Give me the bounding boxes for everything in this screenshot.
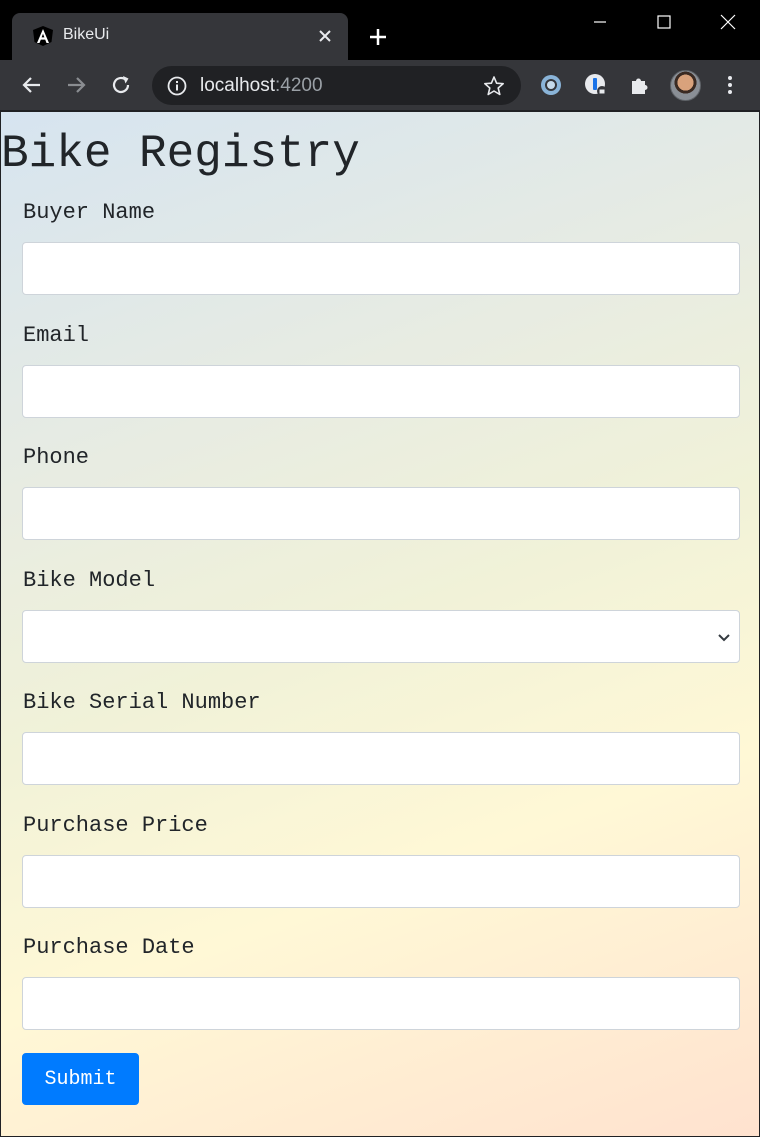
bike-serial-number-label: Bike Serial Number bbox=[23, 690, 261, 715]
browser-tab[interactable]: BikeUi bbox=[12, 13, 348, 60]
extension-ring-icon[interactable] bbox=[538, 72, 564, 98]
purchase-price-input[interactable] bbox=[22, 855, 740, 908]
url-text: localhost:4200 bbox=[200, 75, 323, 97]
bike-model-select[interactable] bbox=[22, 610, 740, 663]
url-host: localhost bbox=[200, 75, 275, 96]
window-maximize-icon[interactable] bbox=[632, 0, 696, 44]
browser-title-bar: BikeUi bbox=[0, 0, 760, 60]
address-bar[interactable]: localhost:4200 bbox=[152, 66, 521, 105]
window-minimize-icon[interactable] bbox=[568, 0, 632, 44]
bike-model-label: Bike Model bbox=[23, 568, 156, 593]
chevron-down-icon bbox=[715, 628, 733, 646]
email-input[interactable] bbox=[22, 365, 740, 418]
browser-menu-kebab-icon[interactable] bbox=[717, 72, 743, 98]
extensions-puzzle-icon[interactable] bbox=[627, 72, 653, 98]
phone-label: Phone bbox=[23, 445, 90, 470]
window-close-icon[interactable] bbox=[696, 0, 760, 44]
bike-serial-number-input[interactable] bbox=[22, 732, 740, 785]
page-viewport: Bike Registry Buyer Name Email Phone Bik… bbox=[1, 112, 759, 1136]
purchase-date-input[interactable] bbox=[22, 977, 740, 1030]
buyer-name-label: Buyer Name bbox=[23, 200, 156, 225]
back-arrow-icon[interactable] bbox=[19, 72, 45, 98]
phone-input[interactable] bbox=[22, 487, 740, 540]
profile-avatar[interactable] bbox=[670, 70, 701, 101]
forward-arrow-icon[interactable] bbox=[63, 72, 89, 98]
new-tab-plus-icon[interactable] bbox=[365, 24, 391, 50]
browser-toolbar: localhost:4200 bbox=[0, 60, 760, 111]
angular-logo-icon bbox=[32, 25, 54, 47]
page-title: Bike Registry bbox=[1, 128, 360, 180]
tab-close-icon[interactable] bbox=[314, 25, 336, 47]
purchase-price-label: Purchase Price bbox=[23, 813, 208, 838]
buyer-name-input[interactable] bbox=[22, 242, 740, 295]
submit-button[interactable]: Submit bbox=[22, 1053, 139, 1105]
password-manager-icon[interactable] bbox=[583, 72, 609, 98]
reload-icon[interactable] bbox=[108, 72, 134, 98]
tab-title: BikeUi bbox=[63, 26, 110, 43]
purchase-date-label: Purchase Date bbox=[23, 935, 195, 960]
url-port: :4200 bbox=[275, 75, 323, 96]
bookmark-star-icon[interactable] bbox=[482, 74, 506, 98]
site-info-icon[interactable] bbox=[166, 75, 188, 97]
email-label: Email bbox=[23, 323, 90, 348]
